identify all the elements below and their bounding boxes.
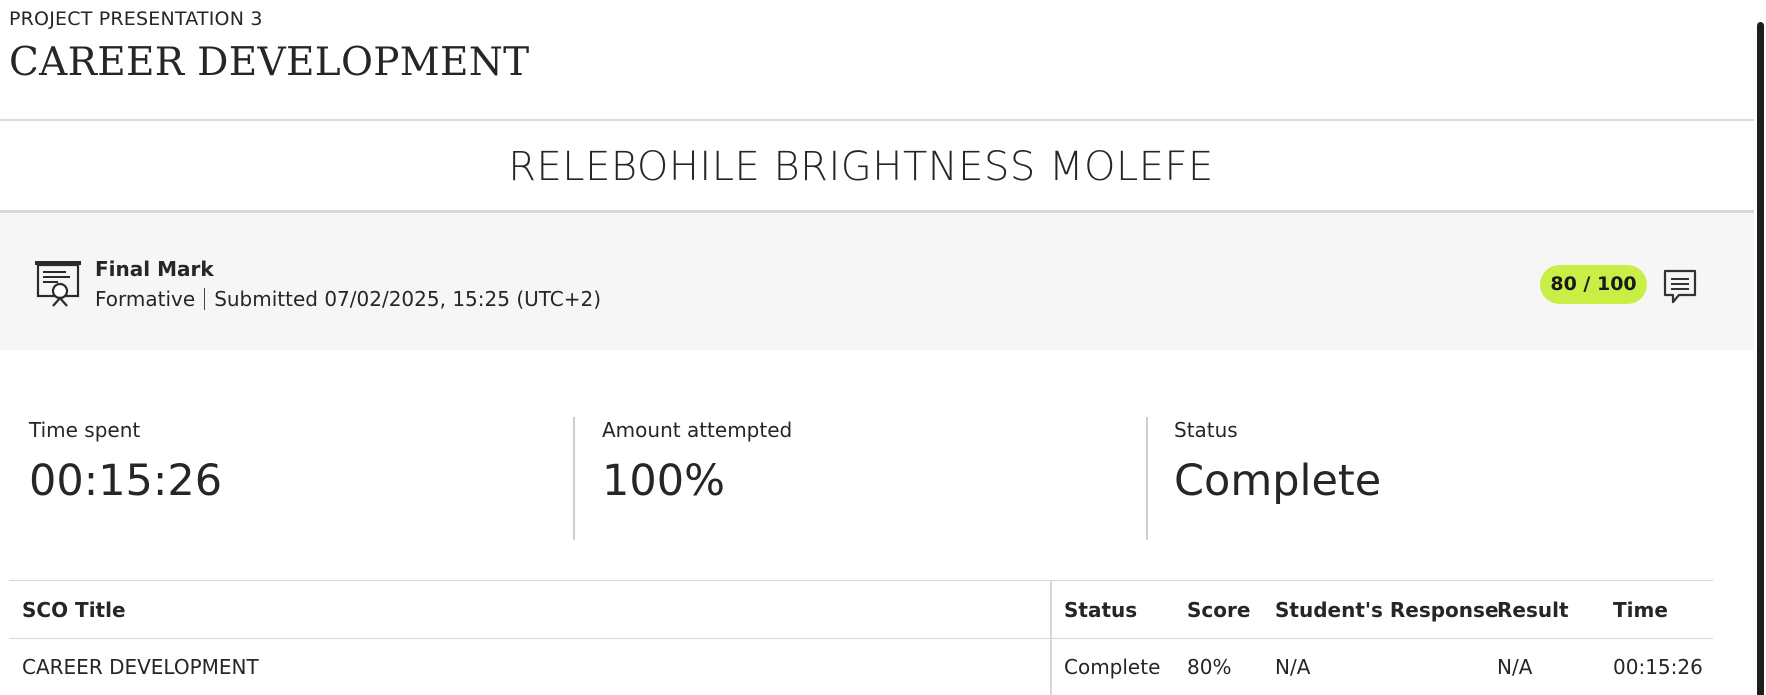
column-header-time[interactable]: Time <box>1613 598 1668 622</box>
cell-result: N/A <box>1497 655 1533 679</box>
vertical-scrollbar[interactable] <box>1754 0 1766 695</box>
student-name: RELEBOHILE BRIGHTNESS MOLEFE <box>508 144 1214 190</box>
stat-value: Complete <box>1174 456 1382 506</box>
cell-sco-title: CAREER DEVELOPMENT <box>22 655 259 679</box>
row-divider <box>9 638 1713 639</box>
final-mark-label: Final Mark <box>95 257 214 281</box>
page-title: CAREER DEVELOPMENT <box>9 40 530 85</box>
cell-score: 80% <box>1187 655 1232 679</box>
stat-time-spent: Time spent 00:15:26 <box>29 418 222 506</box>
stat-label: Amount attempted <box>602 418 793 442</box>
stat-amount-attempted: Amount attempted 100% <box>602 418 792 506</box>
page: PROJECT PRESENTATION 3 CAREER DEVELOPMEN… <box>0 0 1766 695</box>
final-mark-panel <box>0 213 1754 350</box>
stat-status: Status Complete <box>1174 418 1381 506</box>
cell-response: N/A <box>1275 655 1311 679</box>
column-header-response[interactable]: Student's Response <box>1275 598 1499 622</box>
stat-value: 100% <box>602 456 725 506</box>
stat-label: Time spent <box>29 418 141 442</box>
stat-divider <box>573 417 575 540</box>
meta-separator <box>204 288 206 310</box>
cell-status: Complete <box>1064 655 1161 679</box>
cell-time: 00:15:26 <box>1613 655 1703 679</box>
stat-label: Status <box>1174 418 1238 442</box>
column-header-score[interactable]: Score <box>1187 598 1250 622</box>
scrollbar-thumb[interactable] <box>1757 22 1764 695</box>
column-header-status[interactable]: Status <box>1064 598 1137 622</box>
certificate-icon <box>35 261 81 307</box>
stat-divider <box>1146 417 1148 540</box>
assessment-kicker: PROJECT PRESENTATION 3 <box>9 8 263 30</box>
submitted-date: Submitted 07/02/2025, 15:25 (UTC+2) <box>214 287 602 311</box>
column-header-sco-title[interactable]: SCO Title <box>22 598 126 622</box>
stat-value: 00:15:26 <box>29 456 223 506</box>
final-mark-meta: Formative Submitted 07/02/2025, 15:25 (UT… <box>95 287 601 311</box>
assessment-type: Formative <box>95 287 196 311</box>
column-header-result[interactable]: Result <box>1497 598 1569 622</box>
comment-icon[interactable] <box>1663 269 1697 305</box>
score-badge: 80 / 100 <box>1540 265 1647 304</box>
